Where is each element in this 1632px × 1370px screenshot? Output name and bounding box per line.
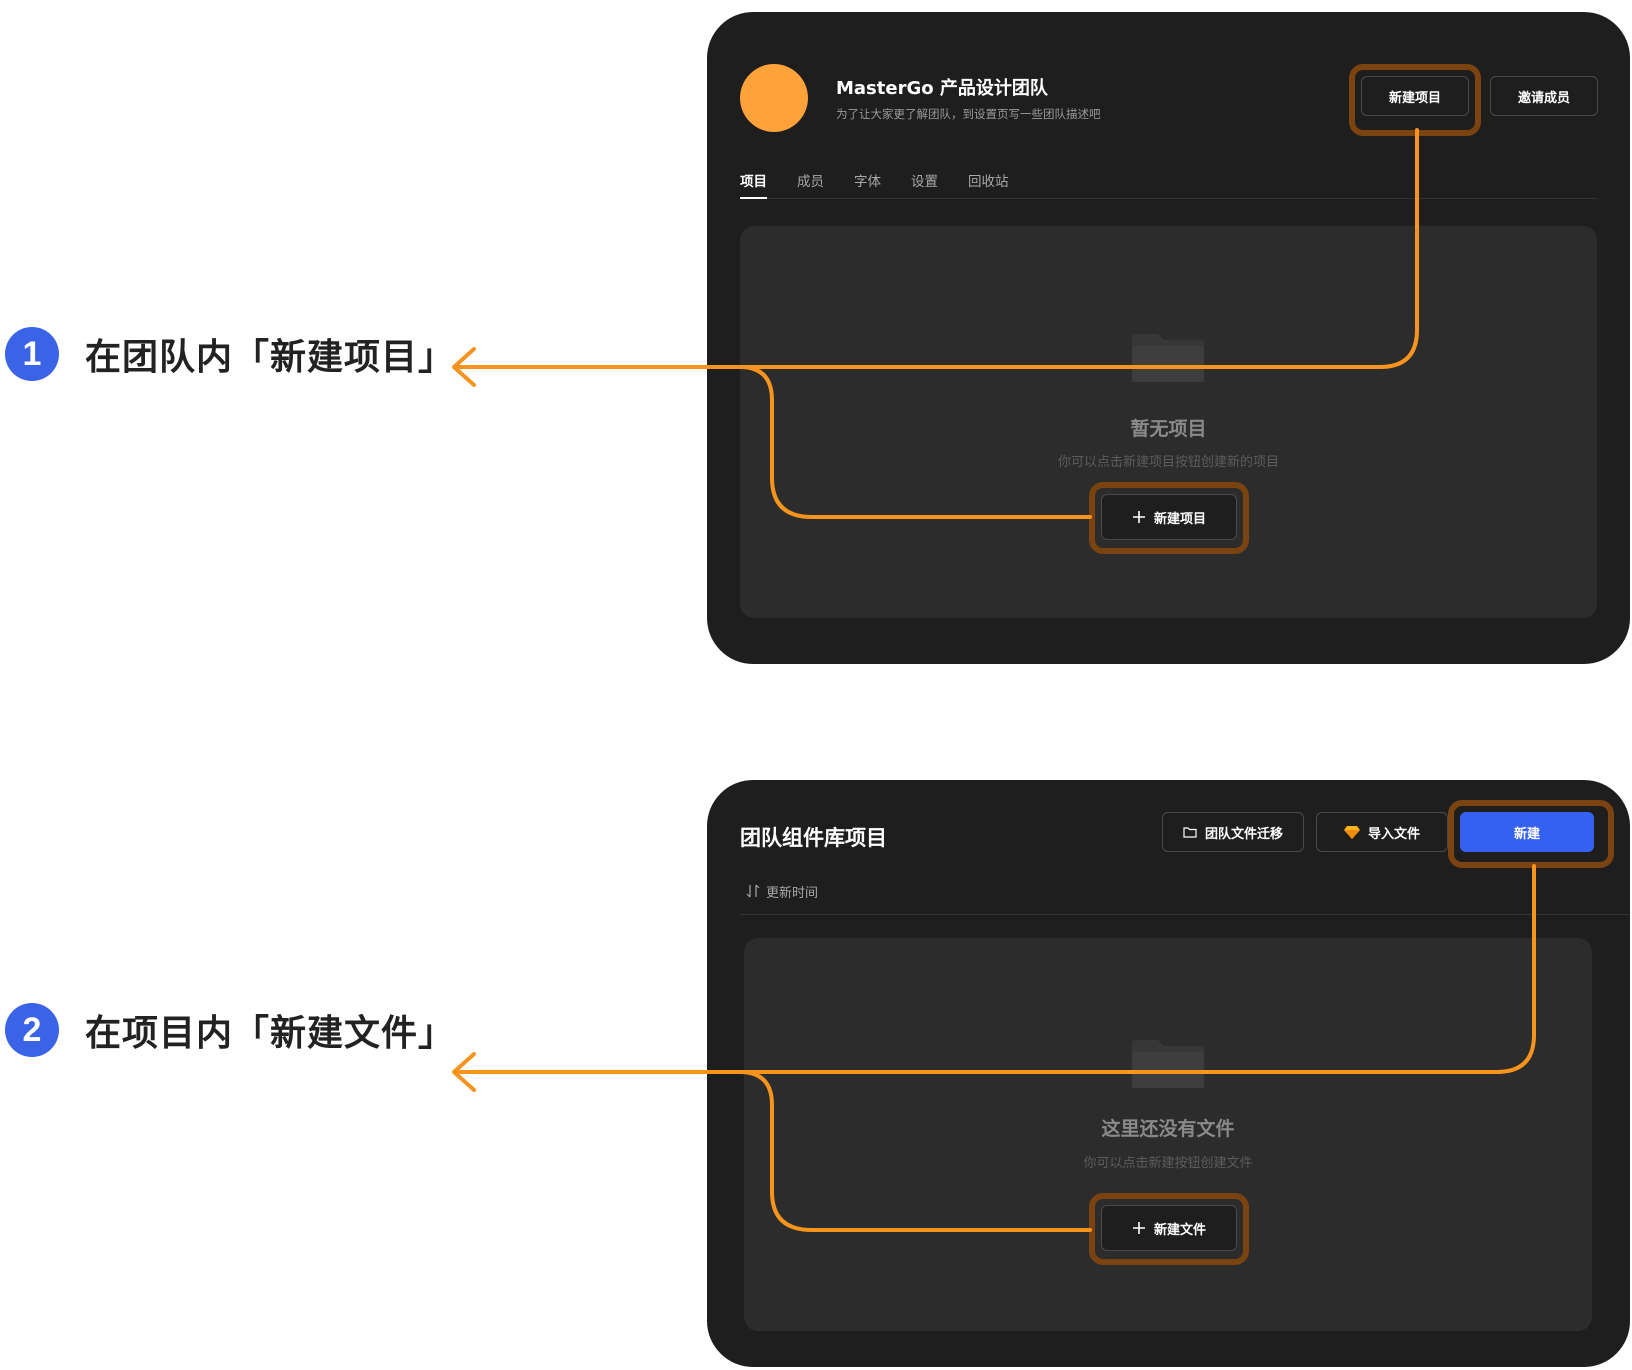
invite-members-button[interactable]: 邀请成员	[1490, 76, 1598, 116]
step-number-badge: 1	[5, 327, 59, 381]
team-page-panel: MasterGo 产品设计团队 为了让大家更了解团队，到设置页写一些团队描述吧 …	[707, 12, 1630, 664]
migrate-files-button[interactable]: 团队文件迁移	[1162, 812, 1304, 852]
folder-icon	[1132, 1040, 1204, 1088]
plus-icon	[1132, 1221, 1146, 1235]
sketch-diamond-icon	[1343, 825, 1360, 839]
tab-members[interactable]: 成员	[797, 162, 824, 198]
button-label: 团队文件迁移	[1204, 826, 1283, 842]
empty-title: 暂无项目	[1130, 418, 1207, 440]
button-label: 导入文件	[1367, 826, 1420, 842]
step-2: 2 在项目内「新建文件」	[5, 1003, 455, 1057]
new-project-button[interactable]: 新建项目	[1361, 76, 1469, 116]
empty-subtitle: 你可以点击新建按钮创建文件	[1083, 1156, 1253, 1171]
tab-settings[interactable]: 设置	[911, 162, 938, 198]
folder-outline-icon	[1183, 826, 1197, 838]
empty-title: 这里还没有文件	[1101, 1118, 1235, 1140]
import-file-button[interactable]: 导入文件	[1316, 812, 1448, 852]
empty-state: 这里还没有文件 你可以点击新建按钮创建文件	[744, 938, 1592, 1331]
tab-fonts[interactable]: 字体	[854, 162, 881, 198]
empty-state: 暂无项目 你可以点击新建项目按钮创建新的项目	[740, 226, 1597, 618]
button-label: 新建项目	[1153, 511, 1206, 527]
button-label: 新建文件	[1153, 1222, 1206, 1238]
step-label: 在项目内「新建文件」	[85, 1013, 456, 1054]
empty-new-project-button[interactable]: 新建项目	[1101, 494, 1237, 540]
tab-bar: 项目 成员 字体 设置 回收站	[740, 162, 1597, 199]
team-name: MasterGo 产品设计团队	[836, 78, 1048, 99]
team-avatar[interactable]	[740, 64, 808, 132]
sort-icon[interactable]	[746, 883, 760, 902]
step-label: 在团队内「新建项目」	[85, 337, 456, 378]
project-title: 团队组件库项目	[740, 826, 887, 850]
tab-projects[interactable]: 项目	[740, 162, 767, 199]
new-button[interactable]: 新建	[1460, 812, 1594, 852]
folder-icon	[1132, 334, 1204, 382]
step-number-badge: 2	[5, 1003, 59, 1057]
sort-label[interactable]: 更新时间	[766, 882, 818, 901]
empty-subtitle: 你可以点击新建项目按钮创建新的项目	[1057, 455, 1279, 470]
project-page-panel: 团队组件库项目 团队文件迁移 导入文件 新建 更新时间 这里还没有文件 你可以点…	[707, 780, 1630, 1367]
empty-new-file-button[interactable]: 新建文件	[1101, 1205, 1237, 1251]
tab-trash[interactable]: 回收站	[968, 162, 1009, 198]
plus-icon	[1132, 510, 1146, 524]
sort-bar: 更新时间	[740, 852, 1630, 915]
arrow-head	[452, 1052, 476, 1092]
arrow-head	[452, 347, 476, 387]
step-1: 1 在团队内「新建项目」	[5, 327, 455, 381]
team-description: 为了让大家更了解团队，到设置页写一些团队描述吧	[836, 107, 1101, 121]
